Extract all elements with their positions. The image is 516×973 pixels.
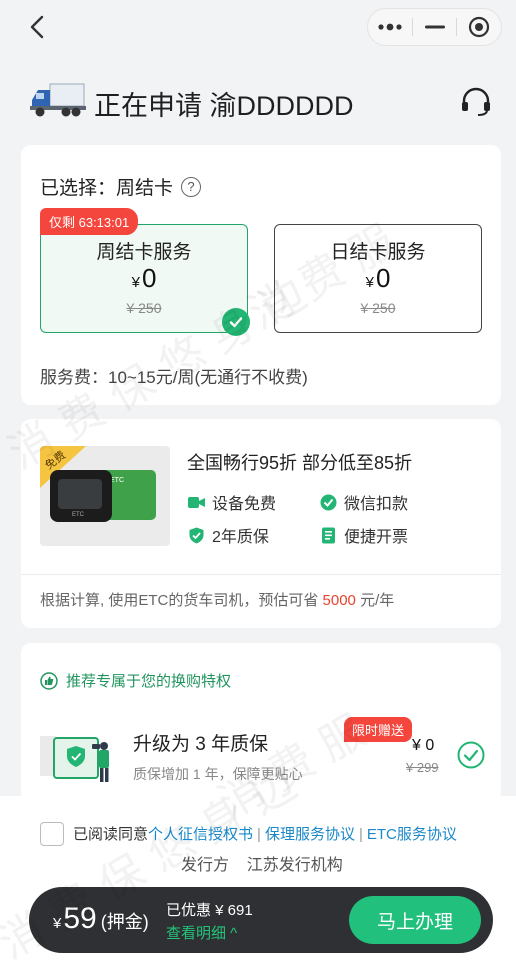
submit-button[interactable]: 马上办理 bbox=[349, 896, 481, 944]
upgrade-price: ¥ 0 bbox=[412, 737, 435, 754]
divider bbox=[21, 574, 501, 575]
savings-amount: 5000 bbox=[322, 592, 356, 609]
countdown-badge: 仅剩 63:13:01 bbox=[40, 208, 139, 235]
link-credit-authorization[interactable]: 个人征信授权书 bbox=[148, 826, 253, 843]
agree-checkbox[interactable] bbox=[40, 822, 64, 846]
option-price: ¥0 bbox=[131, 263, 157, 293]
svg-text:ETC: ETC bbox=[72, 512, 85, 518]
help-icon[interactable]: ? bbox=[181, 176, 202, 197]
check-icon bbox=[222, 308, 250, 336]
service-fee-text: 服务费：10~15元/周(无通行不收费) bbox=[40, 368, 308, 387]
svg-text:ETC: ETC bbox=[110, 477, 124, 484]
agreement-text: 已阅读同意个人征信授权书 | 保理服务协议 | ETC服务协议 bbox=[73, 826, 457, 843]
upgrade-original-price: ¥ 299 bbox=[406, 760, 439, 775]
selected-plan-text: 已选择：周结卡 bbox=[40, 178, 174, 199]
invoice-icon bbox=[322, 527, 335, 543]
savings-estimate: 根据计算, 使用ETC的货车司机，预估可省 5000 元/年 bbox=[40, 592, 395, 609]
recommend-header: 推荐专属于您的换购特权 bbox=[40, 670, 231, 691]
feature-warranty: 2年质保 bbox=[188, 523, 269, 547]
mini-program-capsule bbox=[367, 8, 502, 46]
option-price: ¥0 bbox=[365, 263, 391, 293]
upgrade-subtitle: 质保增加 1 年，保障更贴心 bbox=[133, 766, 303, 782]
deposit-amount: ¥59 (押金) bbox=[53, 902, 149, 935]
feature-device-free: 设备免费 bbox=[188, 490, 276, 514]
link-factoring-agreement[interactable]: 保理服务协议 bbox=[265, 826, 355, 843]
option-weekly-card[interactable]: 周结卡服务 ¥0 ¥ 250 bbox=[40, 224, 248, 333]
headset-icon[interactable] bbox=[459, 86, 493, 118]
option-name: 日结卡服务 bbox=[330, 242, 426, 263]
close-target-icon[interactable] bbox=[457, 9, 501, 45]
back-arrow-icon[interactable] bbox=[24, 12, 54, 42]
option-name: 周结卡服务 bbox=[96, 242, 192, 263]
wechat-pay-icon bbox=[320, 494, 337, 510]
warranty-illustration bbox=[38, 728, 126, 788]
issuer-text: 发行方 江苏发行机构 bbox=[181, 857, 343, 874]
video-icon bbox=[188, 496, 205, 508]
thumb-up-icon bbox=[40, 671, 58, 690]
shield-check-icon bbox=[189, 527, 204, 543]
link-etc-agreement[interactable]: ETC服务协议 bbox=[367, 826, 457, 843]
limited-gift-badge: 限时赠送 bbox=[344, 717, 413, 742]
discount-text: 已优惠 ¥ 691 bbox=[166, 902, 253, 919]
option-original-price: ¥ 250 bbox=[360, 300, 396, 316]
upgrade-title: 升级为 3 年质保 bbox=[133, 734, 269, 755]
product-headline: 全国畅行95折 部分低至85折 bbox=[187, 453, 413, 473]
option-original-price: ¥ 250 bbox=[126, 300, 162, 316]
truck-icon bbox=[28, 80, 86, 120]
page-title: 正在申请 渝DDDDDD bbox=[94, 91, 354, 121]
view-detail-link[interactable]: 查看明细 ^ bbox=[166, 922, 237, 943]
feature-invoice: 便捷开票 bbox=[320, 523, 408, 547]
selected-plan-label: 已选择：周结卡 ? bbox=[40, 173, 202, 200]
etc-device-image: ETC ETC 免费 bbox=[40, 446, 170, 546]
feature-wechat-pay: 微信扣款 bbox=[320, 490, 408, 514]
option-daily-card[interactable]: 日结卡服务 ¥0 ¥ 250 bbox=[274, 224, 482, 333]
more-icon[interactable] bbox=[368, 9, 412, 45]
upgrade-check-icon[interactable] bbox=[457, 741, 485, 769]
minimize-icon[interactable] bbox=[413, 9, 457, 45]
